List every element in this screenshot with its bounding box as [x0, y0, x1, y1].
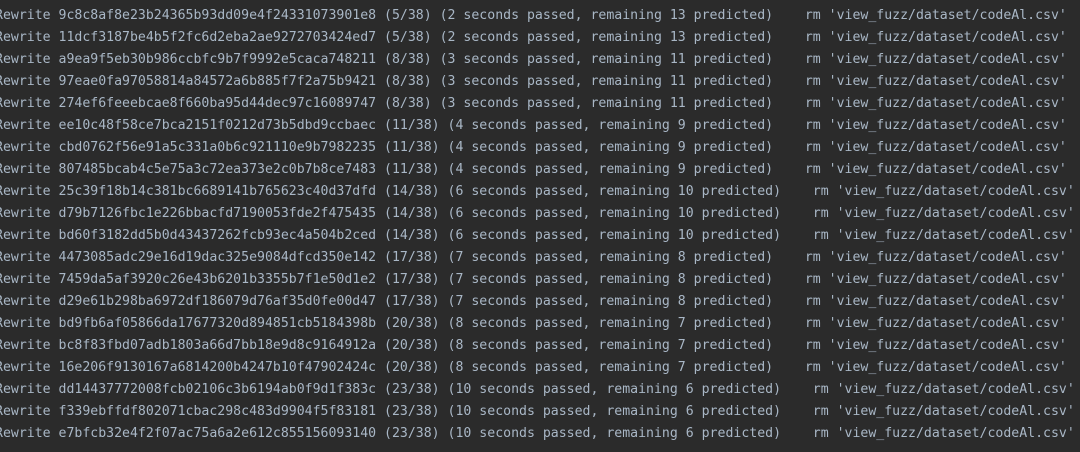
terminal-line: Rewrite 807485bcab4c5e75a3c72ea373e2c0b7… — [0, 162, 1067, 177]
terminal-line: Rewrite 274ef6feeebcae8f660ba95d44dec97c… — [0, 96, 1067, 111]
terminal-line: Rewrite dd14437772008fcb02106c3b6194ab0f… — [0, 382, 1075, 397]
terminal-line: Rewrite f339ebffdf802071cbac298c483d9904… — [0, 404, 1075, 419]
terminal-line: Rewrite bd9fb6af05866da17677320d894851cb… — [0, 316, 1067, 331]
terminal-line: Rewrite cbd0762f56e91a5c331a0b6c921110e9… — [0, 140, 1067, 155]
terminal-line: Rewrite 9c8c8af8e23b24365b93dd09e4f24331… — [0, 8, 1067, 23]
terminal-output[interactable]: Rewrite 9c8c8af8e23b24365b93dd09e4f24331… — [0, 0, 1080, 452]
terminal-line: Rewrite 25c39f18b14c381bc6689141b765623c… — [0, 184, 1075, 199]
terminal-lines: Rewrite 9c8c8af8e23b24365b93dd09e4f24331… — [0, 5, 1075, 445]
terminal-line: Rewrite 11dcf3187be4b5f2fc6d2eba2ae92727… — [0, 30, 1067, 45]
terminal-line: Rewrite 97eae0fa97058814a84572a6b885f7f2… — [0, 74, 1067, 89]
terminal-line: Rewrite a9ea9f5eb30b986ccbfc9b7f9992e5ca… — [0, 52, 1067, 67]
terminal-line: Rewrite ee10c48f58ce7bca2151f0212d73b5db… — [0, 118, 1067, 133]
terminal-line: Rewrite bd60f3182dd5b0d43437262fcb93ec4a… — [0, 228, 1075, 243]
terminal-line: Rewrite d29e61b298ba6972df186079d76af35d… — [0, 294, 1067, 309]
terminal-line: Rewrite 7459da5af3920c26e43b6201b3355b7f… — [0, 272, 1067, 287]
terminal-line: Rewrite d79b7126fbc1e226bbacfd7190053fde… — [0, 206, 1075, 221]
terminal-line: Rewrite 4473085adc29e16d19dac325e9084dfc… — [0, 250, 1067, 265]
terminal-line: Rewrite e7bfcb32e4f2f07ac75a6a2e612c8551… — [0, 426, 1075, 441]
terminal-line: Rewrite 16e206f9130167a6814200b4247b10f4… — [0, 360, 1067, 375]
terminal-line: Rewrite bc8f83fbd07adb1803a66d7bb18e9d8c… — [0, 338, 1067, 353]
